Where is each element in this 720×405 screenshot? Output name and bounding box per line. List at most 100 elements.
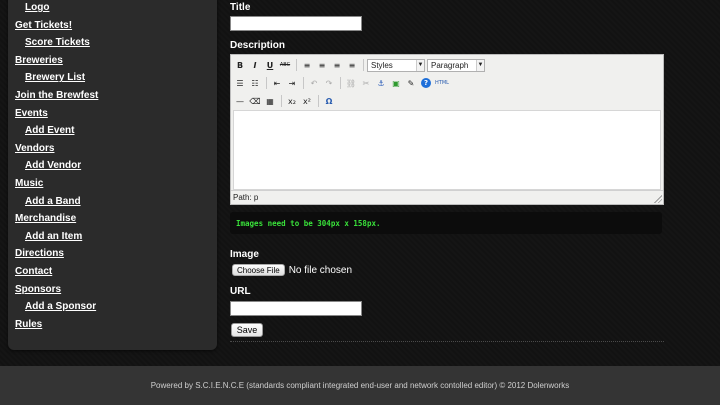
sidebar-link-brewery-list[interactable]: Brewery List [8, 72, 217, 90]
undo-icon[interactable]: ↶ [307, 76, 321, 90]
image-file-picker: Choose File No file chosen [232, 264, 352, 276]
sidebar-link-add-a-band[interactable]: Add a Band [8, 196, 217, 214]
editor-path: Path: p [233, 193, 259, 202]
editor-toolbar-row-2: ☰ ☷ ⇤ ⇥ ↶ ↷ ⛓ ✂ ⚓ ▣ ✎? HTML [233, 75, 452, 91]
sidebar-item: Merchandise [8, 213, 217, 231]
format-select-value: Paragraph [431, 60, 469, 70]
styles-select[interactable]: Styles ▼ [367, 58, 425, 72]
sidebar-link-directions[interactable]: Directions [8, 248, 217, 266]
toolbar-separator [266, 77, 267, 89]
toolbar-separator [303, 77, 304, 89]
choose-file-button[interactable]: Choose File [232, 264, 285, 276]
sidebar-link-music[interactable]: Music [8, 178, 217, 196]
sidebar-link-events[interactable]: Events [8, 108, 217, 126]
html-icon[interactable]: HTML [433, 76, 451, 90]
editor-toolbar-row-3: — ⌫ ▦ x₂ x² Ω [233, 93, 337, 109]
form-divider [230, 341, 664, 342]
sidebar-item: Add an Item [8, 231, 217, 249]
bullet-list-icon[interactable]: ☰ [233, 76, 247, 90]
sidebar-item: Add Vendor [8, 160, 217, 178]
indent-icon[interactable]: ⇥ [285, 76, 299, 90]
sidebar-link-score-tickets[interactable]: Score Tickets [8, 37, 217, 55]
sidebar-link-merchandise[interactable]: Merchandise [8, 213, 217, 231]
toolbar-separator [340, 77, 341, 89]
sidebar-nav-list: Logo Get Tickets! Score Tickets Breweries Br… [8, 2, 217, 336]
subscript-icon[interactable]: x₂ [285, 94, 299, 108]
image-icon[interactable]: ▣ [389, 76, 403, 90]
sidebar-item: Join the Brewfest [8, 90, 217, 108]
align-justify-icon[interactable]: ≡ [345, 58, 359, 72]
footer-credit: Powered by S.C.I.E.N.C.E (standards comp… [150, 381, 570, 390]
toolbar-separator [318, 95, 319, 107]
align-center-icon[interactable]: ≡ [315, 58, 329, 72]
footer: Powered by S.C.I.E.N.C.E (standards comp… [0, 366, 720, 405]
superscript-icon[interactable]: x² [300, 94, 314, 108]
sidebar-link-add-event[interactable]: Add Event [8, 125, 217, 143]
outdent-icon[interactable]: ⇤ [270, 76, 284, 90]
url-label: URL [230, 286, 251, 297]
file-status-text: No file chosen [288, 264, 353, 276]
horizontal-rule-icon[interactable]: — [233, 94, 247, 108]
editor-statusbar: Path: p [231, 190, 663, 204]
sidebar-item: Vendors [8, 143, 217, 161]
rich-text-editor: B I U ABC ≡ ≡ ≡ ≡ Styles ▼ Paragraph ▼ ☰ ☷ ⇤ ⇥ ↶ ↷ ⛓ ✂ ⚓ ▣ ✎?… [230, 54, 664, 205]
visual-aid-icon[interactable]: ▦ [263, 94, 277, 108]
anchor-icon[interactable]: ⚓ [374, 76, 388, 90]
title-label: Title [230, 2, 251, 13]
sidebar-link-contact[interactable]: Contact [8, 266, 217, 284]
toolbar-separator [363, 59, 364, 71]
description-label: Description [230, 40, 286, 51]
sidebar-item: Score Tickets [8, 37, 217, 55]
sidebar-item: Add a Band [8, 196, 217, 214]
redo-icon[interactable]: ↷ [322, 76, 336, 90]
strikethrough-icon[interactable]: ABC [278, 58, 292, 72]
sidebar-item: Sponsors [8, 284, 217, 302]
sidebar-link-logo[interactable]: Logo [8, 2, 217, 20]
align-left-icon[interactable]: ≡ [300, 58, 314, 72]
help-icon[interactable]: ? [421, 78, 431, 88]
sidebar-link-add-an-item[interactable]: Add an Item [8, 231, 217, 249]
link-icon[interactable]: ⛓ [344, 76, 358, 90]
sidebar-item: Contact [8, 266, 217, 284]
format-select[interactable]: Paragraph ▼ [427, 58, 485, 72]
save-button[interactable]: Save [231, 323, 263, 337]
image-label: Image [230, 249, 259, 260]
sidebar-item: Brewery List [8, 72, 217, 90]
sidebar-item: Events [8, 108, 217, 126]
align-right-icon[interactable]: ≡ [330, 58, 344, 72]
sidebar-item: Music [8, 178, 217, 196]
numbered-list-icon[interactable]: ☷ [248, 76, 262, 90]
sidebar-link-join-the-brewfest[interactable]: Join the Brewfest [8, 90, 217, 108]
editor-content-area[interactable] [233, 110, 661, 190]
sidebar-item: Breweries [8, 55, 217, 73]
sidebar-item: Add a Sponsor [8, 301, 217, 319]
sidebar-item: Rules [8, 319, 217, 337]
sidebar-link-breweries[interactable]: Breweries [8, 55, 217, 73]
chevron-down-icon: ▼ [416, 59, 424, 71]
chevron-down-icon: ▼ [476, 59, 484, 71]
styles-select-value: Styles [371, 60, 393, 70]
toolbar-separator [296, 59, 297, 71]
editor-resize-grip[interactable] [654, 195, 662, 203]
cleanup-icon[interactable]: ✎ [404, 76, 418, 90]
sidebar-item: Add Event [8, 125, 217, 143]
sidebar-link-add-a-sponsor[interactable]: Add a Sponsor [8, 301, 217, 319]
sidebar-link-rules[interactable]: Rules [8, 319, 217, 337]
sidebar-item: Logo [8, 2, 217, 20]
underline-icon[interactable]: U [263, 58, 277, 72]
unlink-icon[interactable]: ✂ [359, 76, 373, 90]
editor-toolbar-row-1: B I U ABC ≡ ≡ ≡ ≡ Styles ▼ Paragraph ▼ [233, 57, 487, 73]
italic-icon[interactable]: I [248, 58, 262, 72]
sidebar-link-get-tickets[interactable]: Get Tickets! [8, 20, 217, 38]
remove-format-icon[interactable]: ⌫ [248, 94, 262, 108]
sidebar-link-vendors[interactable]: Vendors [8, 143, 217, 161]
url-input[interactable] [230, 301, 362, 316]
toolbar-separator [281, 95, 282, 107]
sidebar-item: Directions [8, 248, 217, 266]
image-size-notice: Images need to be 304px x 158px. [230, 212, 662, 234]
bold-icon[interactable]: B [233, 58, 247, 72]
title-input[interactable] [230, 16, 362, 31]
sidebar-link-sponsors[interactable]: Sponsors [8, 284, 217, 302]
sidebar-link-add-vendor[interactable]: Add Vendor [8, 160, 217, 178]
special-char-icon[interactable]: Ω [322, 94, 336, 108]
